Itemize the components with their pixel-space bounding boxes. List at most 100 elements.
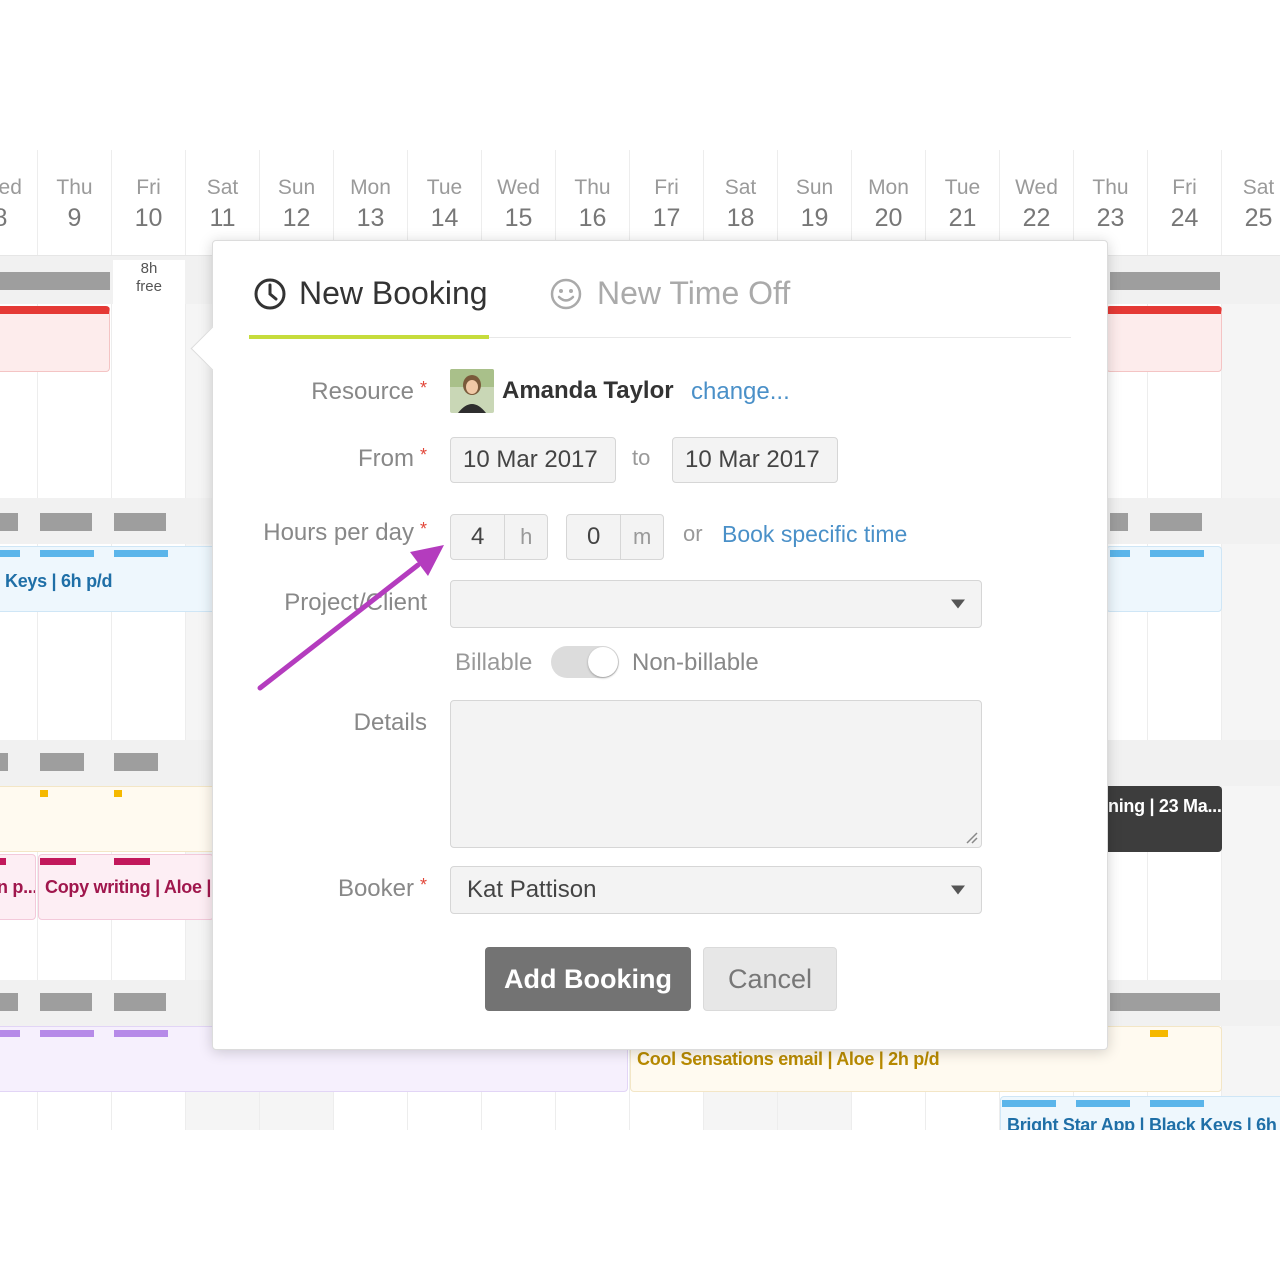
day-number: 17: [652, 204, 681, 232]
change-resource-link[interactable]: change...: [691, 378, 790, 406]
day-name: Mon: [350, 176, 391, 199]
booking-block[interactable]: [0, 786, 216, 852]
day-name: Wed: [497, 176, 540, 199]
billable-toggle[interactable]: [551, 646, 619, 678]
or-label: or: [683, 521, 703, 546]
booking-block[interactable]: [0, 306, 110, 372]
tab-label: New Booking: [299, 275, 488, 311]
booking-label: Keys | 6h p/d: [5, 571, 113, 591]
end-date-input[interactable]: 10 Mar 2017: [672, 437, 838, 483]
booking-marker: [114, 858, 150, 865]
capacity-bar: [0, 272, 110, 290]
booking-marker: [0, 550, 20, 557]
add-booking-button[interactable]: Add Booking: [485, 947, 691, 1011]
free-hours-cell[interactable]: 8h free: [113, 260, 185, 304]
project-client-select[interactable]: [450, 580, 982, 628]
day-number: 14: [430, 204, 459, 232]
avatar: [450, 369, 494, 413]
day-name: Thu: [56, 176, 93, 199]
booking-marker: [114, 790, 122, 797]
booking-marker: [40, 790, 48, 797]
clock-icon: [254, 278, 286, 309]
capacity-bar: [114, 513, 166, 531]
tab-new-time-off[interactable]: New Time Off: [549, 275, 790, 312]
capacity-bar: [40, 753, 84, 771]
day-name: Sat: [1242, 176, 1275, 199]
booking-label: Cool Sensations email | Aloe | 2h p/d: [637, 1049, 940, 1069]
day-number: 16: [578, 204, 607, 232]
to-label: to: [632, 445, 651, 470]
booking-label: ning | 23 Ma...: [1108, 796, 1222, 816]
day-name: Wed: [1015, 176, 1058, 199]
booking-marker: [40, 1030, 94, 1037]
day-number: 18: [726, 204, 755, 232]
day-name: Wed: [0, 176, 22, 199]
hours-unit: h: [504, 515, 547, 559]
day-name: Tue: [426, 176, 463, 199]
day-number: 15: [504, 204, 533, 232]
details-textarea[interactable]: [450, 700, 982, 848]
chevron-down-icon: [951, 599, 965, 609]
capacity-bar: [1150, 513, 1202, 531]
booking-marker: [1150, 550, 1204, 557]
day-name: Fri: [136, 176, 161, 199]
day-name: Sat: [206, 176, 239, 199]
book-specific-time-link[interactable]: Book specific time: [722, 521, 907, 548]
booking-marker: [1002, 1100, 1056, 1107]
free-label: free: [136, 278, 162, 295]
cancel-button[interactable]: Cancel: [703, 947, 837, 1011]
free-hours: 8h: [140, 260, 158, 277]
non-billable-label: Non-billable: [632, 649, 759, 676]
day-name: Fri: [1172, 176, 1197, 199]
capacity-bar: [0, 993, 18, 1011]
booking-marker: [1150, 1030, 1168, 1037]
booking-label: Bright Star App | Black Keys | 6h p/d: [1007, 1115, 1280, 1130]
day-name: Thu: [574, 176, 611, 199]
booking-block[interactable]: [1106, 306, 1222, 372]
booking-marker: [40, 550, 94, 557]
day-number: 13: [356, 204, 385, 232]
start-date-input[interactable]: 10 Mar 2017: [450, 437, 616, 483]
resource-label: Resource *: [311, 378, 427, 405]
chevron-down-icon: [951, 885, 965, 895]
resize-handle-icon[interactable]: [964, 830, 978, 844]
day-name: Fri: [654, 176, 679, 199]
booking-marker: [114, 550, 168, 557]
capacity-bar: [114, 993, 166, 1011]
active-tab-indicator: [249, 335, 489, 339]
day-number: 20: [874, 204, 903, 232]
minutes-input[interactable]: 0 m: [566, 514, 664, 560]
day-number: 21: [948, 204, 977, 232]
booking-marker: [1076, 1100, 1130, 1107]
day-number: 10: [134, 204, 163, 232]
booking-marker: [0, 1030, 20, 1037]
billable-label: Billable: [455, 649, 533, 676]
minutes-unit: m: [620, 515, 663, 559]
booking-label: Copy writing | Aloe | 4: [45, 877, 214, 897]
day-number: 8: [0, 204, 8, 232]
project-client-label: Project/Client: [284, 589, 427, 616]
day-name: Sat: [724, 176, 757, 199]
booking-marker: [1150, 1100, 1204, 1107]
day-name: Tue: [944, 176, 981, 199]
day-number: 12: [282, 204, 311, 232]
booking-block[interactable]: ning | 23 Ma...: [1100, 786, 1222, 852]
hours-per-day-label: Hours per day *: [263, 519, 427, 546]
day-number: 9: [67, 204, 82, 232]
tab-new-booking[interactable]: New Booking: [253, 275, 488, 312]
details-label: Details: [353, 709, 427, 736]
from-label: From *: [357, 445, 427, 472]
capacity-bar: [1110, 272, 1220, 290]
booking-marker: [0, 858, 6, 865]
day-name: Sun: [277, 176, 316, 199]
smiley-icon: [550, 278, 582, 309]
capacity-bar: [114, 753, 158, 771]
hours-input[interactable]: 4 h: [450, 514, 548, 560]
booking-block[interactable]: Keys | 6h p/d: [0, 546, 216, 612]
booking-marker: [40, 858, 76, 865]
booker-select[interactable]: Kat Pattison: [450, 866, 982, 914]
toggle-knob: [588, 647, 618, 677]
capacity-bar: [0, 753, 8, 771]
booker-label: Booker *: [337, 875, 427, 902]
day-number: 22: [1022, 204, 1051, 232]
